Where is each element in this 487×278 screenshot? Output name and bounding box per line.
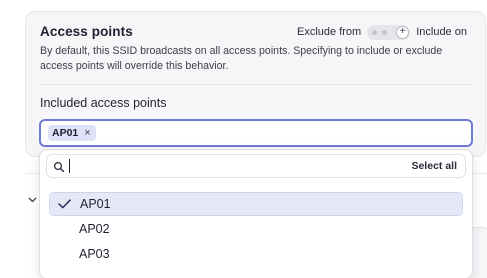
option-ap02[interactable]: AP02 [49, 217, 463, 241]
included-access-points-label: Included access points [40, 96, 167, 110]
check-icon [58, 199, 78, 209]
option-label: AP01 [80, 197, 111, 211]
option-label: AP03 [79, 247, 110, 261]
chevron-down-icon[interactable] [28, 195, 37, 206]
text-cursor [69, 159, 70, 173]
search-icon [53, 160, 65, 173]
select-all-button[interactable]: Select all [411, 160, 457, 172]
access-points-dropdown: Select all AP01 AP02 AP03 [39, 149, 473, 278]
section-description: By default, this SSID broadcasts on all … [40, 45, 443, 72]
divider [40, 84, 471, 85]
switch-track-dot [382, 29, 388, 35]
selected-chip-ap01: AP01 × [48, 125, 96, 141]
include-exclude-toggle-group: Exclude from + Include on [297, 24, 467, 40]
dropdown-search-bar: Select all [46, 154, 466, 178]
chip-label: AP01 [52, 127, 79, 139]
section-title: Access points [40, 24, 133, 39]
switch-track-dot [372, 29, 378, 35]
include-exclude-switch[interactable]: + [367, 24, 411, 40]
exclude-from-label: Exclude from [297, 26, 362, 38]
option-label: AP02 [79, 222, 110, 236]
ssid-settings-view: Access points Exclude from + Include on … [0, 0, 487, 278]
close-icon[interactable]: × [84, 127, 90, 139]
option-ap01[interactable]: AP01 [49, 192, 463, 216]
plus-icon[interactable]: + [396, 25, 410, 39]
include-on-label: Include on [416, 26, 467, 38]
dropdown-search-input[interactable] [69, 158, 369, 174]
option-ap03[interactable]: AP03 [49, 242, 463, 266]
included-access-points-multiselect[interactable]: AP01 × [39, 119, 473, 147]
